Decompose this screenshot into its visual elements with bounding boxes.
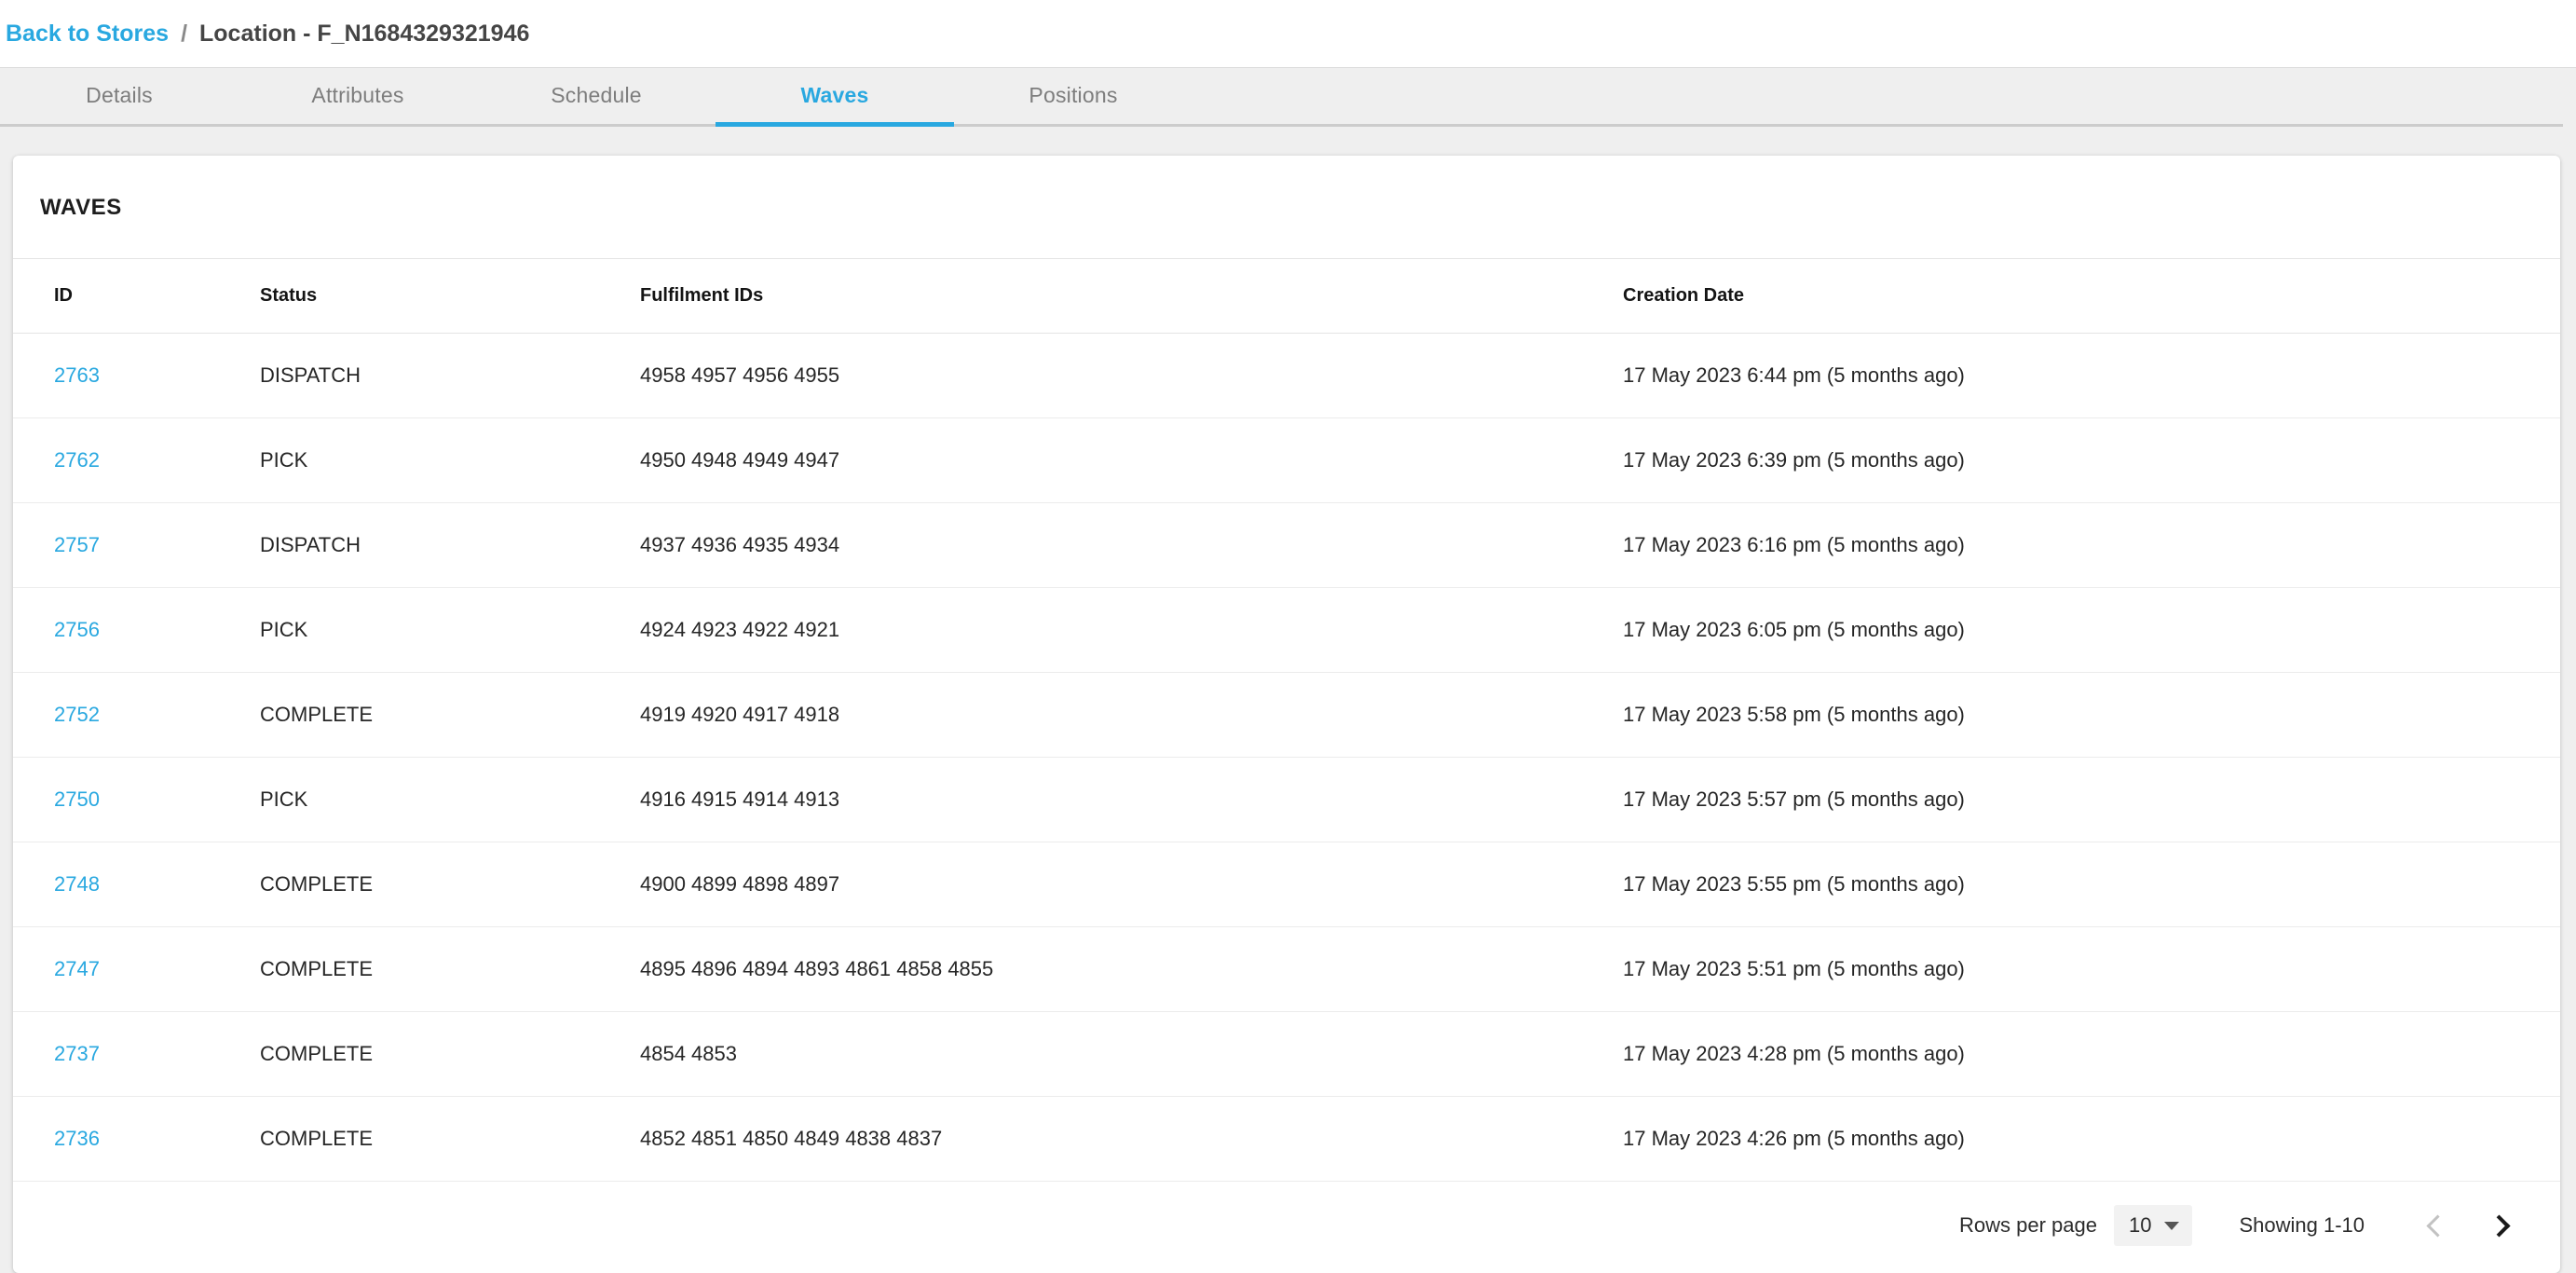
cell-fulfilment-ids: 4854 4853 xyxy=(640,1012,1623,1097)
waves-card: WAVES ID Status Fulfilment IDs Creation … xyxy=(13,156,2560,1273)
cell-fulfilment-ids: 4900 4899 4898 4897 xyxy=(640,842,1623,927)
wave-id-link[interactable]: 2748 xyxy=(54,872,100,896)
cell-creation-date: 17 May 2023 5:58 pm (5 months ago) xyxy=(1623,673,2560,758)
cell-fulfilment-ids: 4958 4957 4956 4955 xyxy=(640,334,1623,418)
cell-status: PICK xyxy=(260,418,640,503)
cell-status: DISPATCH xyxy=(260,503,640,588)
waves-card-title: WAVES xyxy=(13,156,2560,259)
cell-creation-date: 17 May 2023 4:28 pm (5 months ago) xyxy=(1623,1012,2560,1097)
column-header-status: Status xyxy=(260,259,640,334)
wave-id-link[interactable]: 2752 xyxy=(54,703,100,726)
cell-creation-date: 17 May 2023 6:05 pm (5 months ago) xyxy=(1623,588,2560,673)
cell-status: DISPATCH xyxy=(260,334,640,418)
table-row[interactable]: 2747 COMPLETE 4895 4896 4894 4893 4861 4… xyxy=(13,927,2560,1012)
column-header-id: ID xyxy=(13,259,260,334)
next-page-button[interactable] xyxy=(2469,1204,2528,1247)
table-row[interactable]: 2736 COMPLETE 4852 4851 4850 4849 4838 4… xyxy=(13,1097,2560,1182)
tab-attributes[interactable]: Attributes xyxy=(239,68,477,127)
wave-id-link[interactable]: 2762 xyxy=(54,448,100,472)
content-area: WAVES ID Status Fulfilment IDs Creation … xyxy=(0,127,2576,1273)
cell-id: 2756 xyxy=(13,588,260,673)
cell-status: PICK xyxy=(260,758,640,842)
table-row[interactable]: 2756 PICK 4924 4923 4922 4921 17 May 202… xyxy=(13,588,2560,673)
cell-creation-date: 17 May 2023 6:44 pm (5 months ago) xyxy=(1623,334,2560,418)
tab-bar: Details Attributes Schedule Waves Positi… xyxy=(0,68,2576,127)
waves-table: ID Status Fulfilment IDs Creation Date 2… xyxy=(13,259,2560,1182)
table-row[interactable]: 2748 COMPLETE 4900 4899 4898 4897 17 May… xyxy=(13,842,2560,927)
cell-creation-date: 17 May 2023 5:55 pm (5 months ago) xyxy=(1623,842,2560,927)
rows-per-page-label: Rows per page xyxy=(1959,1213,2097,1238)
cell-id: 2763 xyxy=(13,334,260,418)
cell-fulfilment-ids: 4852 4851 4850 4849 4838 4837 xyxy=(640,1097,1623,1182)
column-header-fulfilment-ids: Fulfilment IDs xyxy=(640,259,1623,334)
cell-id: 2747 xyxy=(13,927,260,1012)
wave-id-link[interactable]: 2737 xyxy=(54,1042,100,1065)
wave-id-link[interactable]: 2756 xyxy=(54,618,100,641)
chevron-down-icon xyxy=(2164,1222,2179,1230)
cell-fulfilment-ids: 4937 4936 4935 4934 xyxy=(640,503,1623,588)
wave-id-link[interactable]: 2747 xyxy=(54,957,100,980)
chevron-left-icon xyxy=(2426,1214,2448,1237)
cell-id: 2737 xyxy=(13,1012,260,1097)
breadcrumb-separator: / xyxy=(181,22,187,46)
cell-status: COMPLETE xyxy=(260,1097,640,1182)
wave-id-link[interactable]: 2736 xyxy=(54,1127,100,1150)
cell-id: 2736 xyxy=(13,1097,260,1182)
cell-status: COMPLETE xyxy=(260,673,640,758)
cell-id: 2748 xyxy=(13,842,260,927)
table-row[interactable]: 2762 PICK 4950 4948 4949 4947 17 May 202… xyxy=(13,418,2560,503)
cell-fulfilment-ids: 4919 4920 4917 4918 xyxy=(640,673,1623,758)
chevron-right-icon xyxy=(2487,1214,2510,1237)
cell-fulfilment-ids: 4916 4915 4914 4913 xyxy=(640,758,1623,842)
cell-status: COMPLETE xyxy=(260,927,640,1012)
pagination-bar: Rows per page 10 Showing 1-10 xyxy=(13,1182,2560,1273)
breadcrumb-back-to-stores-link[interactable]: Back to Stores xyxy=(6,22,169,46)
cell-id: 2757 xyxy=(13,503,260,588)
showing-range-text: Showing 1-10 xyxy=(2239,1213,2365,1238)
waves-table-head: ID Status Fulfilment IDs Creation Date xyxy=(13,259,2560,334)
cell-creation-date: 17 May 2023 6:39 pm (5 months ago) xyxy=(1623,418,2560,503)
tab-waves[interactable]: Waves xyxy=(716,68,954,127)
column-header-creation-date: Creation Date xyxy=(1623,259,2560,334)
cell-id: 2750 xyxy=(13,758,260,842)
breadcrumb-bar: Back to Stores / Location - F_N168432932… xyxy=(0,0,2576,68)
table-row[interactable]: 2737 COMPLETE 4854 4853 17 May 2023 4:28… xyxy=(13,1012,2560,1097)
cell-fulfilment-ids: 4950 4948 4949 4947 xyxy=(640,418,1623,503)
table-header-row: ID Status Fulfilment IDs Creation Date xyxy=(13,259,2560,334)
cell-status: COMPLETE xyxy=(260,1012,640,1097)
wave-id-link[interactable]: 2750 xyxy=(54,787,100,811)
tab-strip: Details Attributes Schedule Waves Positi… xyxy=(0,68,1193,127)
cell-id: 2752 xyxy=(13,673,260,758)
previous-page-button[interactable] xyxy=(2407,1204,2467,1247)
cell-creation-date: 17 May 2023 6:16 pm (5 months ago) xyxy=(1623,503,2560,588)
table-row[interactable]: 2752 COMPLETE 4919 4920 4917 4918 17 May… xyxy=(13,673,2560,758)
wave-id-link[interactable]: 2763 xyxy=(54,363,100,387)
table-row[interactable]: 2750 PICK 4916 4915 4914 4913 17 May 202… xyxy=(13,758,2560,842)
cell-fulfilment-ids: 4924 4923 4922 4921 xyxy=(640,588,1623,673)
cell-creation-date: 17 May 2023 5:51 pm (5 months ago) xyxy=(1623,927,2560,1012)
cell-status: COMPLETE xyxy=(260,842,640,927)
cell-creation-date: 17 May 2023 5:57 pm (5 months ago) xyxy=(1623,758,2560,842)
tab-details[interactable]: Details xyxy=(0,68,239,127)
waves-table-body: 2763 DISPATCH 4958 4957 4956 4955 17 May… xyxy=(13,334,2560,1182)
tab-positions[interactable]: Positions xyxy=(954,68,1193,127)
rows-per-page-value: 10 xyxy=(2129,1213,2151,1238)
breadcrumb-current-location: Location - F_N1684329321946 xyxy=(199,22,529,46)
wave-id-link[interactable]: 2757 xyxy=(54,533,100,556)
table-row[interactable]: 2757 DISPATCH 4937 4936 4935 4934 17 May… xyxy=(13,503,2560,588)
table-row[interactable]: 2763 DISPATCH 4958 4957 4956 4955 17 May… xyxy=(13,334,2560,418)
cell-status: PICK xyxy=(260,588,640,673)
cell-creation-date: 17 May 2023 4:26 pm (5 months ago) xyxy=(1623,1097,2560,1182)
cell-id: 2762 xyxy=(13,418,260,503)
cell-fulfilment-ids: 4895 4896 4894 4893 4861 4858 4855 xyxy=(640,927,1623,1012)
tab-schedule[interactable]: Schedule xyxy=(477,68,716,127)
rows-per-page-select[interactable]: 10 xyxy=(2114,1205,2192,1246)
